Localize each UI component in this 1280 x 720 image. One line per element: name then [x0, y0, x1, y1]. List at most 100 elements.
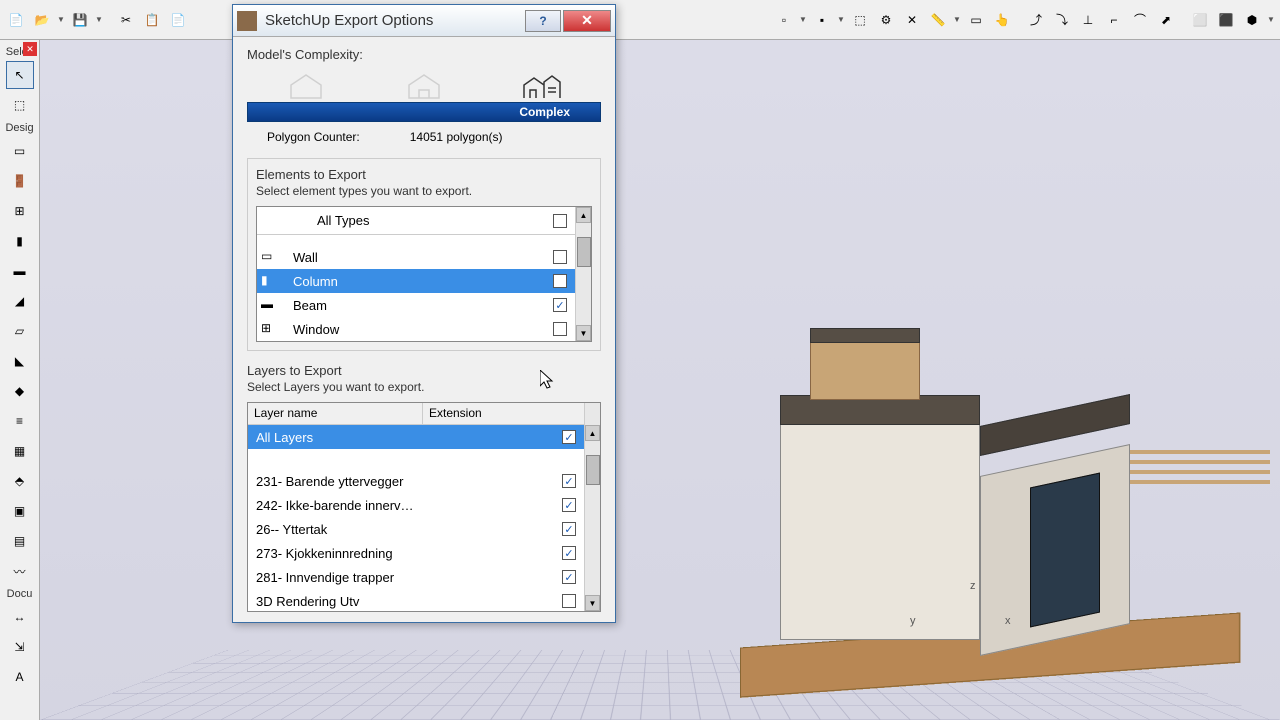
- tool-button-2[interactable]: ▪: [810, 8, 834, 32]
- dialog-icon: [237, 11, 257, 31]
- scroll-down-button[interactable]: ▼: [576, 325, 591, 341]
- axis-z: z: [970, 580, 976, 592]
- scroll-thumb[interactable]: [586, 455, 600, 485]
- window-checkbox[interactable]: [553, 322, 567, 336]
- left-toolbar: ✕ Selec ↖ ⬚ Desig ▭ 🚪 ⊞ ▮ ▬ ◢ ▱ ◣ ◆ ≡ ▦ …: [0, 40, 40, 720]
- mesh-tool[interactable]: ▦: [6, 437, 34, 465]
- layer-checkbox[interactable]: ✓: [562, 522, 576, 536]
- wall-tool[interactable]: ▭: [6, 137, 34, 165]
- save-dropdown[interactable]: ▼: [94, 8, 104, 32]
- stair-tool[interactable]: ≡: [6, 407, 34, 435]
- tool-button-8[interactable]: 👆: [990, 8, 1014, 32]
- layer-row[interactable]: 3D Rendering Utv: [248, 589, 600, 613]
- window-icon: ⊞: [261, 321, 281, 337]
- layer-row-all[interactable]: All Layers ✓: [248, 425, 600, 449]
- element-row-beam[interactable]: ▬ Beam ✓: [257, 293, 591, 317]
- complexity-simple-icon[interactable]: [286, 70, 326, 100]
- all-types-label: All Types: [293, 213, 553, 228]
- tool-button-1[interactable]: ▫: [772, 8, 796, 32]
- paste-button[interactable]: 📄: [166, 8, 190, 32]
- tool-button-10[interactable]: ⤵: [1050, 8, 1074, 32]
- dim-tool-1[interactable]: ↔: [6, 603, 34, 631]
- 3d-viewport[interactable]: z y x: [40, 40, 1280, 720]
- layer-row[interactable]: 26-- Yttertak ✓: [248, 517, 600, 541]
- save-button[interactable]: 💾: [68, 8, 92, 32]
- elements-scrollbar[interactable]: ▲ ▼: [575, 207, 591, 341]
- open-file-button[interactable]: 📂: [30, 8, 54, 32]
- layer-row[interactable]: 281- Innvendige trapper ✓: [248, 565, 600, 589]
- help-button[interactable]: ?: [525, 10, 561, 32]
- scroll-up-button[interactable]: ▲: [585, 425, 600, 441]
- all-types-checkbox[interactable]: [553, 214, 567, 228]
- cut-button[interactable]: ✂: [114, 8, 138, 32]
- door-tool[interactable]: 🚪: [6, 167, 34, 195]
- roof-tool[interactable]: ▱: [6, 317, 34, 345]
- slab-tool[interactable]: ◢: [6, 287, 34, 315]
- layer-checkbox[interactable]: ✓: [562, 570, 576, 584]
- dim-tool-2[interactable]: ⇲: [6, 633, 34, 661]
- tool-button-7[interactable]: ▭: [964, 8, 988, 32]
- open-dropdown[interactable]: ▼: [56, 8, 66, 32]
- shell-tool[interactable]: ◣: [6, 347, 34, 375]
- tool-button-14[interactable]: ⬈: [1154, 8, 1178, 32]
- all-layers-checkbox[interactable]: ✓: [562, 430, 576, 444]
- tool-button-9[interactable]: ⤴: [1024, 8, 1048, 32]
- scroll-thumb[interactable]: [577, 237, 591, 267]
- dialog-titlebar[interactable]: SketchUp Export Options ? ✕: [233, 5, 615, 37]
- layers-header: Layer name Extension: [248, 403, 600, 425]
- tool-button-12[interactable]: ⌐: [1102, 8, 1126, 32]
- text-tool[interactable]: A: [6, 663, 34, 691]
- copy-button[interactable]: 📋: [140, 8, 164, 32]
- tool-button-3[interactable]: ⬚: [848, 8, 872, 32]
- curtain-tool[interactable]: ▤: [6, 527, 34, 555]
- layer-row[interactable]: 242- Ikke-barende innerv… ✓: [248, 493, 600, 517]
- tool-button-15[interactable]: ⬜: [1188, 8, 1212, 32]
- layer-row[interactable]: 273- Kjokkeninnredning ✓: [248, 541, 600, 565]
- column-tool[interactable]: ▮: [6, 227, 34, 255]
- element-row-column[interactable]: ▮ Column: [257, 269, 591, 293]
- tool-button-6[interactable]: 📏: [926, 8, 950, 32]
- beam-checkbox[interactable]: ✓: [553, 298, 567, 312]
- new-file-button[interactable]: 📄: [4, 8, 28, 32]
- layer-checkbox[interactable]: [562, 594, 576, 608]
- dropdown-2[interactable]: ▼: [836, 8, 846, 32]
- tool-button-5[interactable]: ✕: [900, 8, 924, 32]
- close-button[interactable]: ✕: [563, 10, 611, 32]
- scroll-up-button[interactable]: ▲: [576, 207, 591, 223]
- panel-close-button[interactable]: ✕: [23, 42, 37, 56]
- tab-design[interactable]: Desig: [5, 122, 33, 134]
- layer-name-header[interactable]: Layer name: [248, 403, 423, 424]
- morph-tool[interactable]: ◆: [6, 377, 34, 405]
- column-checkbox[interactable]: [553, 274, 567, 288]
- dropdown-3[interactable]: ▼: [952, 8, 962, 32]
- complexity-complex-icon[interactable]: [522, 70, 562, 100]
- scroll-down-button[interactable]: ▼: [585, 595, 600, 611]
- layer-checkbox[interactable]: ✓: [562, 474, 576, 488]
- dropdown-1[interactable]: ▼: [798, 8, 808, 32]
- layers-scrollbar[interactable]: ▲ ▼: [584, 403, 600, 611]
- element-row-wall[interactable]: ▭ Wall: [257, 245, 591, 269]
- tool-button-11[interactable]: ⊥: [1076, 8, 1100, 32]
- tool-button-4[interactable]: ⚙: [874, 8, 898, 32]
- window-tool[interactable]: ⊞: [6, 197, 34, 225]
- tool-button-17[interactable]: ⬢: [1240, 8, 1264, 32]
- arrow-tool[interactable]: ↖: [6, 61, 34, 89]
- zone-tool[interactable]: ▣: [6, 497, 34, 525]
- beam-tool[interactable]: ▬: [6, 257, 34, 285]
- layer-checkbox[interactable]: ✓: [562, 546, 576, 560]
- object-tool[interactable]: ⬘: [6, 467, 34, 495]
- complexity-medium-icon[interactable]: [404, 70, 444, 100]
- tab-document[interactable]: Docu: [7, 588, 33, 600]
- tool-button-16[interactable]: ⬛: [1214, 8, 1238, 32]
- wall-checkbox[interactable]: [553, 250, 567, 264]
- layer-row[interactable]: 231- Barende yttervegger ✓: [248, 469, 600, 493]
- element-row-window[interactable]: ⊞ Window: [257, 317, 591, 341]
- complexity-slider[interactable]: Complex: [247, 102, 601, 122]
- tool-button-13[interactable]: ⌒: [1128, 8, 1152, 32]
- dropdown-4[interactable]: ▼: [1266, 8, 1276, 32]
- lamp-tool[interactable]: 〰: [6, 557, 34, 585]
- layer-checkbox[interactable]: ✓: [562, 498, 576, 512]
- elements-header-row[interactable]: All Types: [257, 207, 591, 235]
- marquee-tool[interactable]: ⬚: [6, 91, 34, 119]
- extension-header[interactable]: Extension: [423, 403, 600, 424]
